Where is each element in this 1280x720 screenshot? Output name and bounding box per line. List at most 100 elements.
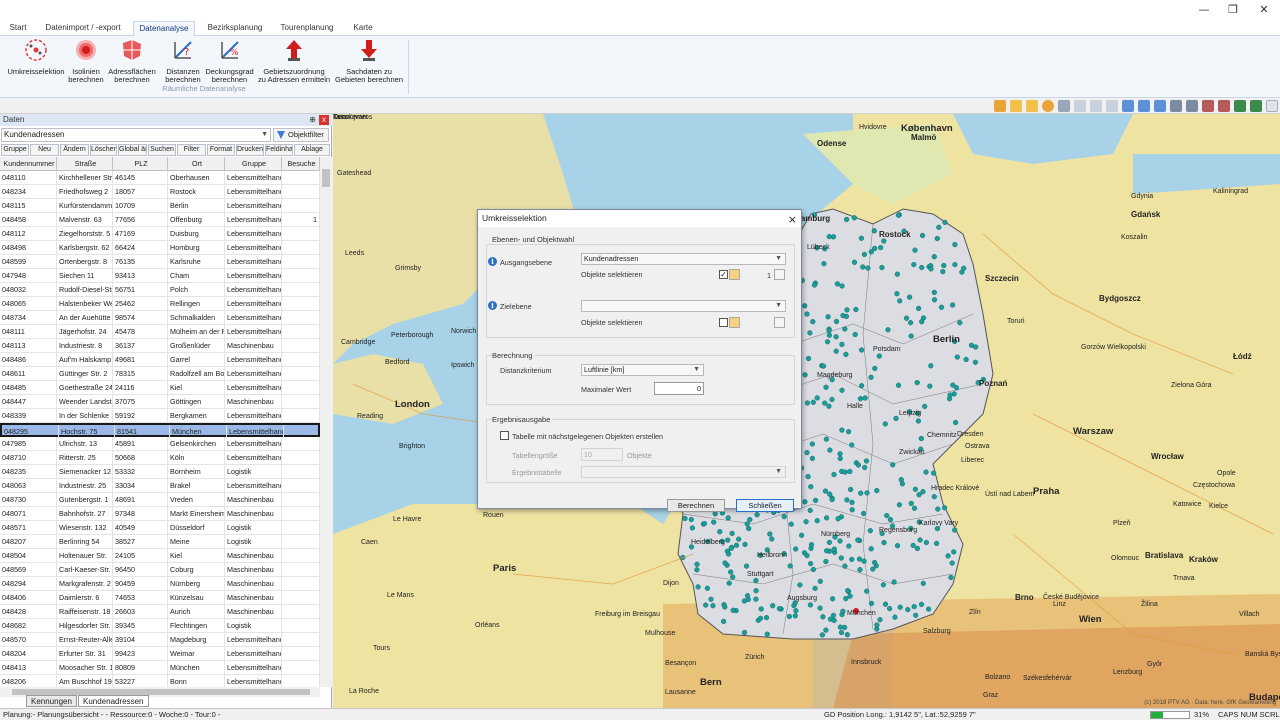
objekte-selektieren-checkbox-2[interactable] bbox=[719, 318, 728, 327]
customer-point[interactable] bbox=[895, 212, 902, 218]
customer-point[interactable] bbox=[843, 313, 850, 320]
customer-point[interactable] bbox=[694, 561, 700, 567]
customer-point[interactable] bbox=[823, 436, 830, 442]
customer-point[interactable] bbox=[856, 556, 863, 562]
customer-point[interactable] bbox=[804, 311, 810, 317]
customer-point[interactable] bbox=[804, 450, 810, 456]
customer-point[interactable] bbox=[833, 348, 839, 354]
customer-point[interactable] bbox=[879, 264, 885, 271]
map-view[interactable]: København Malmö Hvidovre Odense Gateshead Lee… bbox=[333, 114, 1280, 708]
customer-point[interactable] bbox=[847, 468, 853, 475]
customer-point[interactable] bbox=[935, 506, 941, 512]
customer-point[interactable] bbox=[844, 497, 850, 503]
table-row[interactable]: 048071 Bahnhofstr. 27 97348 Markt Einershei… bbox=[0, 507, 320, 521]
table-row[interactable]: 048063 Industriestr. 25 33034 Brakel Lebensm… bbox=[0, 479, 320, 493]
customer-point[interactable] bbox=[814, 395, 820, 401]
customer-point[interactable] bbox=[847, 486, 854, 493]
tab-karte[interactable]: Karte bbox=[348, 21, 378, 36]
customer-point[interactable] bbox=[911, 262, 917, 268]
customer-point[interactable] bbox=[914, 380, 920, 386]
customer-point[interactable] bbox=[885, 327, 891, 333]
customer-point[interactable] bbox=[857, 567, 863, 573]
table-row[interactable]: 047985 Ulrichstr. 13 45891 Gelsenkirchen Leb… bbox=[0, 437, 320, 451]
customer-point[interactable] bbox=[708, 596, 714, 602]
customer-point[interactable] bbox=[945, 553, 951, 559]
customer-point[interactable] bbox=[725, 515, 731, 521]
customer-point[interactable] bbox=[863, 458, 870, 464]
table-row[interactable]: 048112 Ziegelhorststr. 5 47169 Duisburg Lebe… bbox=[0, 227, 320, 241]
table-row[interactable]: 048428 Raiffeisenstr. 18 26603 Aurich Maschi… bbox=[0, 605, 320, 619]
customer-point[interactable] bbox=[914, 545, 921, 552]
customer-point[interactable] bbox=[871, 559, 878, 566]
customer-point[interactable] bbox=[833, 318, 840, 325]
table-row[interactable]: 048486 Auf'm Halskamp 49681 Garrel Lebensmit… bbox=[0, 353, 320, 367]
clear-selection-icon[interactable] bbox=[774, 269, 785, 280]
customer-point[interactable] bbox=[799, 532, 805, 538]
zielebene-select[interactable]: ▼ bbox=[581, 300, 786, 312]
table-row[interactable]: 048110 Kirchhellener Str. 46145 Oberhausen L… bbox=[0, 171, 320, 185]
table-row[interactable]: 048730 Gutenbergstr. 1 48691 Vreden Maschine… bbox=[0, 493, 320, 507]
format-button[interactable]: Format bbox=[207, 144, 235, 156]
customer-point[interactable] bbox=[804, 552, 810, 559]
customer-point[interactable] bbox=[842, 624, 848, 631]
customer-point[interactable] bbox=[797, 582, 803, 588]
table-row[interactable]: 048458 Malvenstr. 63 77656 Offenburg Lebensm… bbox=[0, 213, 320, 227]
customer-point[interactable] bbox=[793, 608, 799, 614]
select-cursor-icon[interactable] bbox=[729, 317, 740, 328]
table-row[interactable]: 048569 Carl-Kaeser-Str. 96450 Coburg Maschin… bbox=[0, 563, 320, 577]
customer-point[interactable] bbox=[940, 269, 946, 275]
customer-point[interactable] bbox=[845, 429, 852, 435]
tool-refresh-icon[interactable] bbox=[1154, 100, 1166, 112]
vertical-scrollbar[interactable] bbox=[320, 157, 332, 687]
panel-close-button[interactable]: x bbox=[319, 115, 329, 125]
customer-point[interactable] bbox=[730, 607, 736, 613]
customer-point[interactable] bbox=[722, 560, 728, 566]
objektfilter-button[interactable]: Objektfilter bbox=[273, 128, 329, 142]
tabelle-checkbox[interactable] bbox=[500, 431, 509, 440]
customer-point[interactable] bbox=[842, 563, 848, 569]
customer-point[interactable] bbox=[823, 558, 829, 565]
table-row[interactable]: 048611 Güttinger Str. 2 78315 Radolfzell am… bbox=[0, 367, 320, 381]
isolinien-button[interactable]: Isolinien berechnen bbox=[67, 38, 105, 85]
minimize-button[interactable]: — bbox=[1190, 2, 1218, 18]
customer-point[interactable] bbox=[910, 542, 916, 549]
customer-point[interactable] bbox=[877, 617, 883, 623]
customer-point[interactable] bbox=[694, 567, 700, 573]
customer-point[interactable] bbox=[844, 632, 851, 638]
customer-point[interactable] bbox=[920, 580, 926, 587]
customer-point[interactable] bbox=[742, 541, 748, 548]
customer-point[interactable] bbox=[813, 497, 819, 504]
customer-point[interactable] bbox=[868, 374, 874, 380]
customer-point[interactable] bbox=[717, 529, 723, 535]
customer-point[interactable] bbox=[928, 363, 934, 369]
gebietszuordnung-button[interactable]: Gebietszuordnung zu Adressen ermitteln bbox=[256, 38, 332, 85]
customer-point[interactable] bbox=[882, 601, 889, 607]
customer-point[interactable] bbox=[767, 531, 773, 537]
customer-point[interactable] bbox=[743, 563, 750, 569]
adressflaechen-button[interactable]: Adressflächen berechnen bbox=[106, 38, 158, 85]
tool-layer-a-icon[interactable] bbox=[1202, 100, 1214, 112]
customer-point[interactable] bbox=[843, 596, 849, 602]
customer-point[interactable] bbox=[963, 356, 969, 363]
customer-point[interactable] bbox=[729, 530, 735, 537]
customer-point[interactable] bbox=[919, 232, 926, 239]
customer-point[interactable] bbox=[808, 484, 814, 490]
distanzen-button[interactable]: ? Distanzen berechnen bbox=[163, 38, 203, 85]
customer-point[interactable] bbox=[793, 546, 799, 552]
customer-point[interactable] bbox=[741, 629, 748, 636]
customer-point[interactable] bbox=[906, 294, 913, 300]
table-row[interactable]: 048235 Siemenacker 12 53332 Bornheim Logisti… bbox=[0, 465, 320, 479]
customer-point[interactable] bbox=[730, 574, 736, 580]
customer-point[interactable] bbox=[835, 516, 841, 522]
table-row[interactable]: 048682 Hilgesdorfer Str. 39345 Flechtingen L… bbox=[0, 619, 320, 633]
customer-point[interactable] bbox=[934, 235, 940, 242]
customer-point[interactable] bbox=[826, 332, 833, 338]
customer-point[interactable] bbox=[858, 383, 865, 389]
customer-point[interactable] bbox=[824, 515, 830, 521]
customer-point[interactable] bbox=[837, 455, 843, 462]
customer-point[interactable] bbox=[831, 471, 837, 478]
umkreisselektion-button[interactable]: Umkreisselektion bbox=[4, 38, 68, 76]
customer-point[interactable] bbox=[805, 474, 811, 480]
customer-point[interactable] bbox=[892, 614, 898, 620]
customer-point[interactable] bbox=[712, 511, 718, 517]
